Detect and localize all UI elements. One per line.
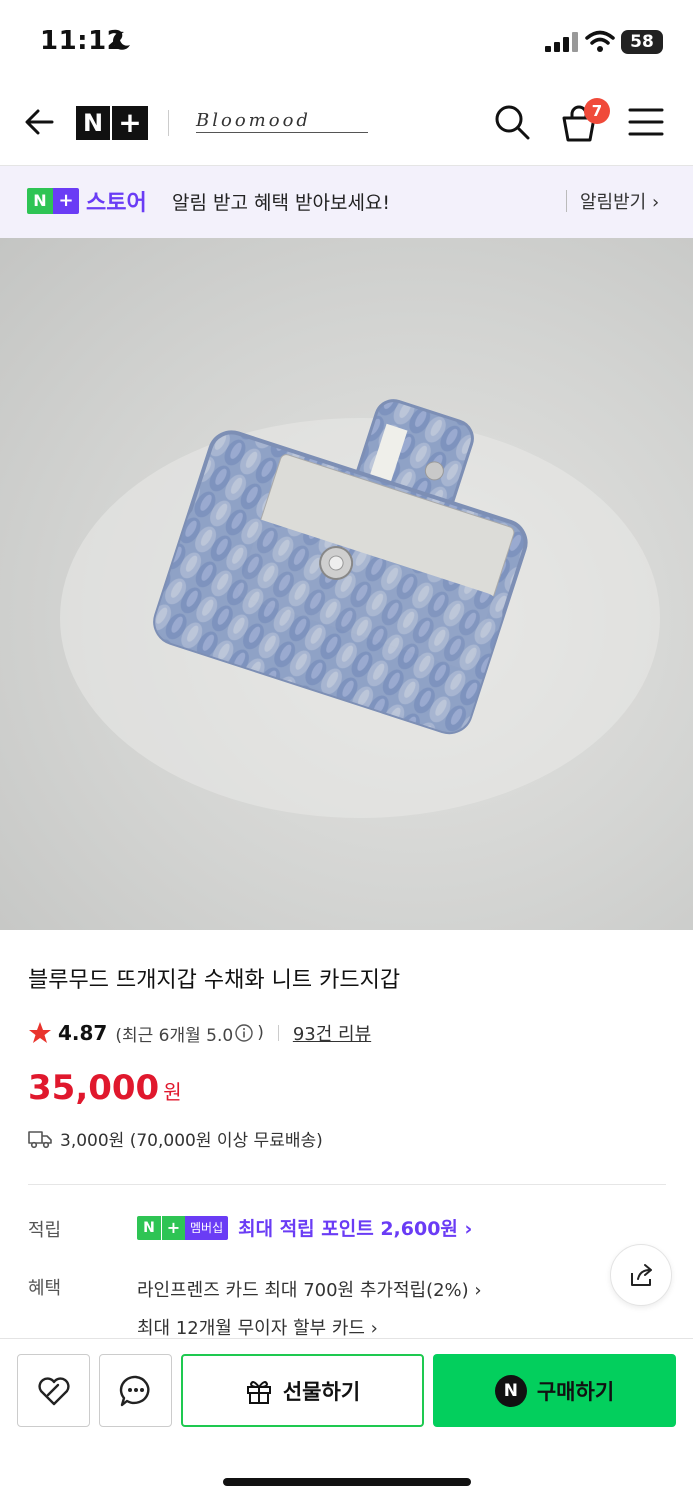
home-indicator	[223, 1478, 471, 1486]
benefit-label: 혜택	[28, 1278, 62, 1299]
price-row: 35,000 원	[28, 1068, 182, 1108]
gift-icon	[246, 1380, 271, 1404]
gift-button[interactable]: 선물하기	[181, 1354, 424, 1427]
product-photo	[60, 399, 660, 818]
shipping-row: 3,000원 (70,000원 이상 무료배송)	[28, 1126, 323, 1151]
moon-icon	[113, 31, 130, 50]
subscribe-alert-link[interactable]: 알림받기 ›	[580, 188, 659, 214]
rating-score: 4.87	[58, 1021, 108, 1045]
points-row[interactable]: N + 멤버십 최대 적립 포인트 2,600원 ›	[137, 1214, 472, 1241]
brand-logo[interactable]: Bloomood	[196, 110, 311, 131]
bottom-action-bar: 선물하기 N 구매하기	[0, 1338, 693, 1500]
header-divider	[168, 110, 169, 136]
naver-pay-icon: N	[494, 1374, 527, 1407]
recent-rating: (최근 6개월 5.0	[115, 1025, 234, 1046]
max-points-link[interactable]: 최대 적립 포인트 2,600원 ›	[238, 1214, 472, 1241]
membership-badge: N + 멤버십	[137, 1215, 229, 1240]
naver-plus-badge: N +	[27, 188, 79, 214]
card-benefit-link[interactable]: 라인프렌즈 카드 최대 700원 추가적립(2%) ›	[137, 1276, 482, 1302]
delivery-truck-icon	[28, 1130, 52, 1148]
hamburger-menu-icon[interactable]	[628, 106, 664, 138]
heart-icon	[38, 1377, 70, 1406]
talk-talk-button[interactable]	[99, 1354, 172, 1427]
brand-logo-underline	[196, 132, 368, 133]
wishlist-button[interactable]	[17, 1354, 90, 1427]
product-image-gallery[interactable]: 7 / 10	[0, 238, 693, 930]
banner-divider	[566, 190, 567, 212]
search-icon[interactable]	[492, 102, 532, 142]
shipping-fee: 3,000원 (70,000원 이상 무료배송)	[60, 1131, 323, 1151]
banner-message: 알림 받고 혜택 받아보세요!	[172, 192, 391, 214]
installment-benefit-link[interactable]: 최대 12개월 무이자 할부 카드 ›	[137, 1314, 378, 1340]
product-title: 블루무드 뜨개지갑 수채화 니트 카드지갑	[28, 968, 401, 993]
wifi-icon	[585, 30, 615, 52]
share-icon	[631, 1264, 652, 1286]
points-label: 적립	[28, 1220, 62, 1241]
recent-rating-close: )	[257, 1023, 264, 1043]
price-unit: 원	[163, 1080, 182, 1104]
cart-count-badge: 7	[584, 98, 610, 124]
review-count-link[interactable]: 93건 리뷰	[293, 1020, 371, 1046]
battery-indicator: 58	[621, 30, 663, 54]
buy-button[interactable]: N 구매하기	[433, 1354, 676, 1427]
store-label: 스토어	[86, 191, 147, 216]
info-icon[interactable]	[235, 1024, 253, 1042]
signal-icon	[545, 32, 578, 52]
buy-button-label: 구매하기	[536, 1379, 615, 1404]
chat-bubble-icon	[119, 1375, 150, 1407]
rating-divider	[277, 1025, 279, 1041]
status-bar: 11:12 58	[0, 0, 693, 80]
section-divider	[28, 1184, 666, 1185]
share-button[interactable]	[610, 1244, 672, 1306]
gift-button-label: 선물하기	[282, 1379, 361, 1404]
product-price: 35,000	[28, 1068, 160, 1108]
store-notification-banner[interactable]: N + 스토어 알림 받고 혜택 받아보세요! 알림받기 ›	[0, 166, 693, 238]
rating-row: 4.87 (최근 6개월 5.0 ) 93건 리뷰	[28, 1018, 371, 1048]
star-icon	[29, 1022, 51, 1043]
top-navigation: N + Bloomood 7	[0, 80, 693, 166]
back-arrow-icon[interactable]	[22, 104, 58, 140]
naver-plus-logo[interactable]: N +	[76, 106, 148, 140]
